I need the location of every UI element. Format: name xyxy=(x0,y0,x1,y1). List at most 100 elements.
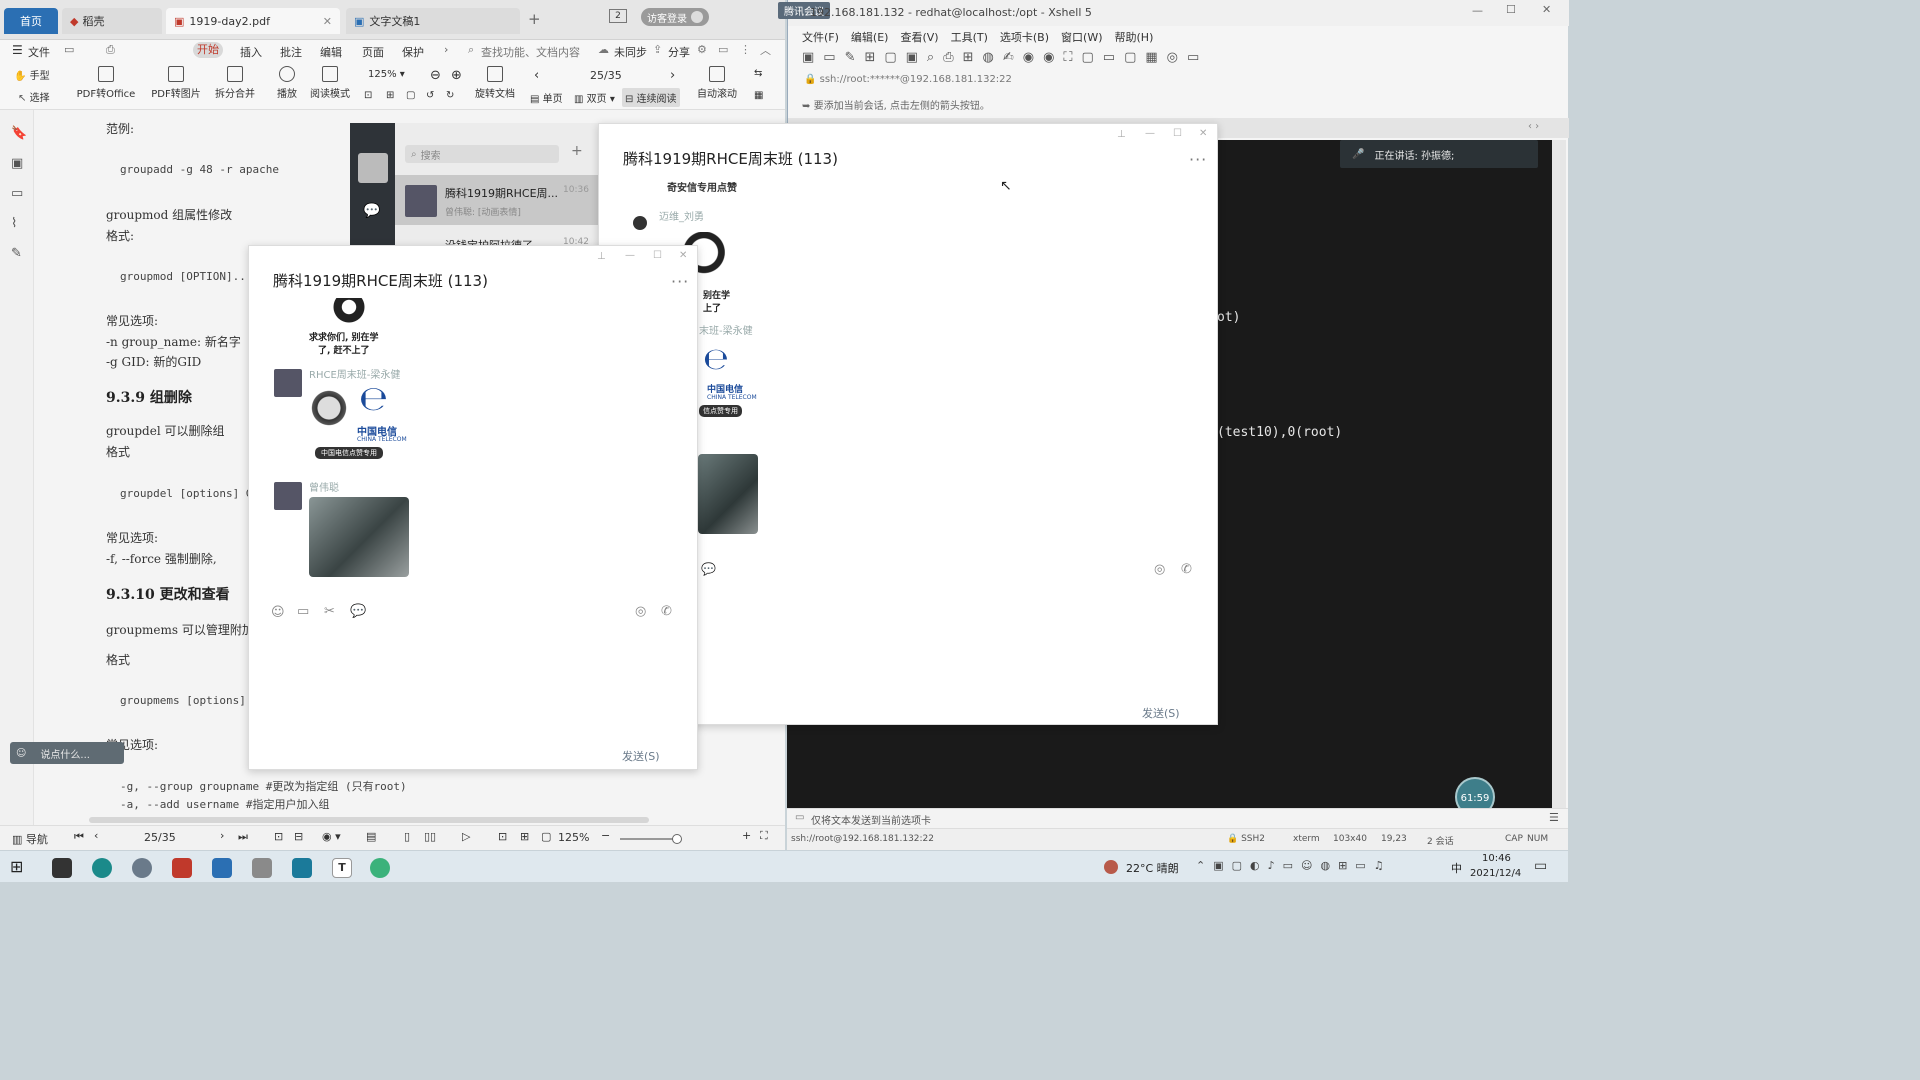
menu-insert[interactable]: 插入 xyxy=(240,44,262,60)
app-icon[interactable] xyxy=(132,858,152,878)
add-chat-icon[interactable]: + xyxy=(571,143,583,159)
chat-icon[interactable]: 💬 xyxy=(363,203,380,219)
last-page-icon[interactable]: ⏭ xyxy=(238,830,248,844)
conversation-item[interactable]: 腾科1919期RHCE周... 10:36 曾伟聪: [动画表情] xyxy=(395,175,598,225)
phone-icon[interactable]: ✆ xyxy=(661,604,672,619)
scroll-mode-icon[interactable]: ▤ xyxy=(366,830,376,843)
zoom-select[interactable]: 125% ▾ xyxy=(368,69,405,80)
single-icon[interactable]: ▯ xyxy=(404,830,410,843)
split-merge-button[interactable]: 拆分合并 xyxy=(210,66,260,100)
close-icon[interactable]: ✕ xyxy=(323,15,332,28)
compose-menu-icon[interactable]: ☰ xyxy=(1549,811,1559,824)
thumbnail-icon[interactable]: ▣ xyxy=(11,156,23,171)
maximize-icon[interactable]: ☐ xyxy=(1173,128,1182,139)
thumbs-up-sticker[interactable] xyxy=(311,388,351,438)
read-mode-button[interactable]: 阅读模式 xyxy=(308,66,352,100)
tab-pdf[interactable]: ▣ 1919-day2.pdf ✕ xyxy=(166,8,340,34)
menu-start[interactable]: 开始 xyxy=(193,42,223,58)
hand-tool[interactable]: ✋ 手型 xyxy=(14,67,50,82)
crop-icon[interactable]: ⊞ xyxy=(386,90,394,101)
double-page-button[interactable]: ▥ 双页 ▾ xyxy=(574,90,615,105)
eye-icon[interactable]: ◉ ▾ xyxy=(322,830,341,843)
full-fit-icon[interactable]: ⊡ xyxy=(498,830,507,843)
rotate-right-icon[interactable]: ↻ xyxy=(446,90,454,101)
crop-small-icon[interactable]: ⊞ xyxy=(520,830,529,843)
scissors-icon[interactable]: ✂ xyxy=(324,604,335,619)
terminal-scrollbar[interactable] xyxy=(1552,140,1566,808)
zoom-out-icon[interactable]: ⊖ xyxy=(430,68,441,83)
xmenu-tabs[interactable]: 选项卡(B) xyxy=(1000,31,1049,44)
menu-comment[interactable]: 批注 xyxy=(280,44,302,60)
phone-icon[interactable]: ✆ xyxy=(1181,562,1192,577)
collapse-icon[interactable]: ︿ xyxy=(760,42,771,58)
horizontal-scrollbar[interactable] xyxy=(89,817,649,823)
avatar[interactable] xyxy=(358,153,388,183)
tab-count-badge[interactable]: 2 xyxy=(609,9,627,23)
prev-icon[interactable]: ‹ xyxy=(94,829,98,842)
wechat-icon[interactable] xyxy=(370,858,390,878)
app-icon[interactable] xyxy=(52,858,72,878)
camera-icon[interactable]: ◎ xyxy=(1154,562,1165,577)
single-page-button[interactable]: ▤ 单页 xyxy=(530,90,563,105)
photo-sticker[interactable] xyxy=(309,497,409,577)
page-small-icon[interactable]: ▢ xyxy=(541,830,551,843)
continuous-read-button[interactable]: ⊟ 连续阅读 xyxy=(622,88,680,107)
camera-icon[interactable]: ◎ xyxy=(635,604,646,619)
xmenu-window[interactable]: 窗口(W) xyxy=(1061,31,1102,44)
zoom-slider[interactable] xyxy=(620,834,682,844)
xmenu-help[interactable]: 帮助(H) xyxy=(1115,31,1154,44)
minimize-icon[interactable]: — xyxy=(1145,128,1155,139)
fit-page-icon[interactable]: ⊡ xyxy=(274,830,283,843)
say-something-input[interactable]: ☺ 说点什么... xyxy=(10,742,124,764)
edge-icon[interactable] xyxy=(92,858,112,878)
compose-bar[interactable]: ▭ 仅将文本发送到当前选项卡 ☰ xyxy=(787,808,1568,828)
menu-file[interactable]: 文件 xyxy=(28,44,50,60)
weather-text[interactable]: 22°C 晴朗 xyxy=(1126,860,1179,876)
tab-doc[interactable]: ▣ 文字文稿1 xyxy=(346,8,520,34)
chat-bubble-icon[interactable]: 💬 xyxy=(701,562,716,576)
select-tool[interactable]: ↖ 选择 xyxy=(18,89,50,104)
clock-date[interactable]: 2021/12/4 xyxy=(1470,868,1521,879)
bookmark-icon[interactable]: 🔖 xyxy=(11,126,27,141)
play-button[interactable]: 播放 xyxy=(274,66,300,100)
xmenu-view[interactable]: 查看(V) xyxy=(900,31,938,44)
page-indicator[interactable]: 25/35 xyxy=(590,69,622,82)
zoom-in-icon[interactable]: ⊕ xyxy=(451,68,462,83)
menu-page[interactable]: 页面 xyxy=(362,44,384,60)
share-button[interactable]: 分享 xyxy=(668,44,690,60)
more-icon[interactable]: ⋮ xyxy=(740,43,751,56)
app-icon[interactable] xyxy=(252,858,272,878)
tray-icons[interactable]: ⌃▣▢◐♪▭☺◍⊞▭♫ xyxy=(1196,859,1392,872)
folder-icon[interactable]: ▭ xyxy=(297,604,309,619)
xshell-toolbar[interactable]: ▣▭✎⊞▢▣⌕⎙⊞◍✍◉◉⛶▢▭▢▦◎▭ xyxy=(802,50,1208,65)
attachment-icon[interactable]: ⌇ xyxy=(11,216,17,231)
minimize-icon[interactable]: — xyxy=(625,250,635,261)
avatar[interactable] xyxy=(274,369,302,397)
first-page-icon[interactable]: ⏮ xyxy=(74,830,84,844)
chat-search-input[interactable]: ⌕ 搜索 xyxy=(405,145,559,163)
pdf-to-image-button[interactable]: PDF转图片 xyxy=(150,66,202,100)
sync-status[interactable]: 未同步 xyxy=(614,44,647,60)
address-bar[interactable]: 🔒 ssh://root:******@192.168.181.132:22 xyxy=(804,74,1012,85)
double-icon[interactable]: ▯▯ xyxy=(424,830,436,843)
emoji-icon[interactable]: ☺ xyxy=(271,605,285,620)
pin-icon[interactable]: ⊥ xyxy=(597,251,606,262)
print-icon[interactable]: ⎙ xyxy=(106,43,115,57)
zoom-minus-icon[interactable]: − xyxy=(601,829,610,842)
send-button[interactable]: 发送(S) xyxy=(622,748,660,764)
page-icon[interactable]: ▢ xyxy=(406,90,415,101)
xmenu-edit[interactable]: 编辑(E) xyxy=(851,31,889,44)
tab-shell[interactable]: ◆ 稻壳 xyxy=(62,8,162,34)
pin-icon[interactable]: ⊥ xyxy=(1117,129,1126,140)
arrow-icon[interactable]: ➥ xyxy=(802,101,810,112)
tab-scroll-icon[interactable]: ‹ › xyxy=(1528,121,1539,132)
signature-icon[interactable]: ✎ xyxy=(11,246,22,261)
status-page[interactable]: 25/35 xyxy=(144,831,176,844)
more-icon[interactable]: ··· xyxy=(671,272,689,291)
fit-width-icon[interactable]: ⊟ xyxy=(294,830,303,843)
avatar[interactable] xyxy=(274,482,302,510)
close-icon[interactable]: ✕ xyxy=(1199,128,1207,139)
fullscreen-icon[interactable]: ⛶ xyxy=(760,829,768,843)
chevron-right-icon[interactable]: › xyxy=(444,43,448,56)
prev-page-icon[interactable]: ‹ xyxy=(534,68,539,83)
